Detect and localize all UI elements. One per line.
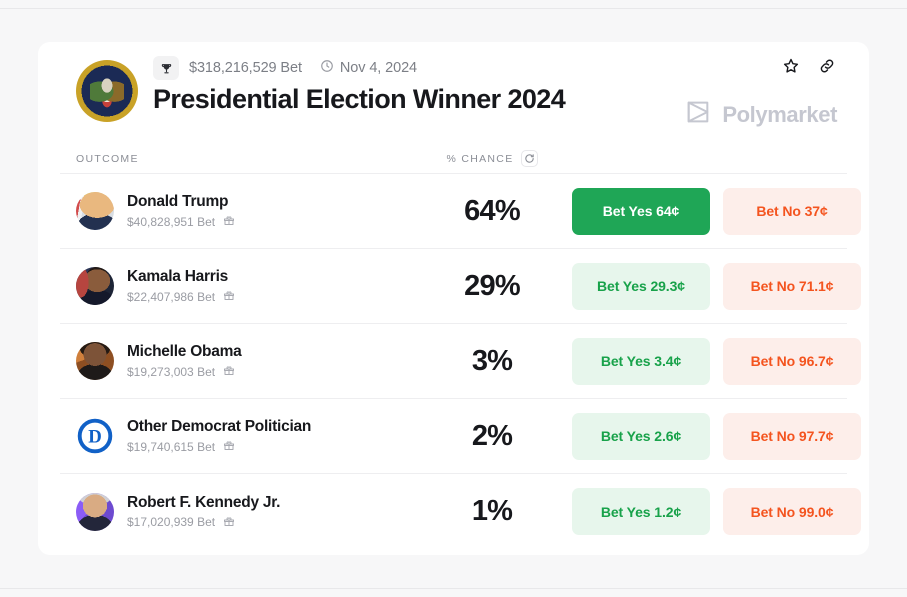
bet-no-button[interactable]: Bet No 37¢ bbox=[723, 187, 861, 235]
outcome-cell: D Other Democrat Politician $19,740,615 … bbox=[76, 417, 412, 455]
header-actions bbox=[781, 56, 837, 76]
star-icon[interactable] bbox=[781, 56, 801, 76]
avatar: D bbox=[76, 417, 114, 455]
outcome-name: Other Democrat Politician bbox=[127, 418, 312, 435]
table-row[interactable]: Robert F. Kennedy Jr. $17,020,939 Bet 1% bbox=[60, 474, 861, 549]
outcome-cell: Kamala Harris $22,407,986 Bet bbox=[76, 267, 412, 305]
avatar bbox=[76, 492, 114, 531]
svg-text:D: D bbox=[88, 427, 102, 448]
market-card: $318,216,529 Bet Nov 4, 2024 Presidentia… bbox=[38, 42, 869, 555]
bet-yes-button[interactable]: Bet Yes 1.2¢ bbox=[572, 488, 710, 535]
outcome-bet-amount: $22,407,986 Bet bbox=[127, 289, 216, 304]
polymarket-logo-icon bbox=[684, 98, 712, 131]
trophy-icon bbox=[153, 56, 179, 80]
avatar bbox=[76, 342, 114, 380]
chance-value: 2% bbox=[471, 419, 513, 452]
outcomes-table: Donald Trump $40,828,951 Bet 64% Bet Yes… bbox=[60, 174, 861, 549]
outcome-meta: $22,407,986 Bet bbox=[127, 289, 235, 304]
refresh-icon[interactable] bbox=[520, 150, 538, 167]
bet-actions: Bet Yes 1.2¢ Bet No 99.0¢ bbox=[572, 488, 867, 535]
bet-actions: Bet Yes 29.3¢ Bet No 71.1¢ bbox=[572, 262, 867, 310]
brand-name: Polymarket bbox=[722, 101, 837, 127]
page-title: Presidential Election Winner 2024 bbox=[153, 84, 566, 114]
table-header: OUTCOME % CHANCE bbox=[60, 144, 847, 174]
table-row[interactable]: Michelle Obama $19,273,003 Bet 3% Bet Ye… bbox=[60, 324, 861, 399]
gift-icon[interactable] bbox=[223, 289, 235, 304]
market-meta: $318,216,529 Bet Nov 4, 2024 bbox=[153, 56, 417, 80]
outcome-name: Kamala Harris bbox=[127, 268, 229, 285]
table-row[interactable]: Donald Trump $40,828,951 Bet 64% Bet Yes… bbox=[60, 174, 861, 249]
market-date-group: Nov 4, 2024 bbox=[320, 59, 417, 78]
outcome-cell: Donald Trump $40,828,951 Bet bbox=[76, 192, 412, 230]
avatar bbox=[76, 267, 114, 305]
market-end-date: Nov 4, 2024 bbox=[339, 60, 417, 76]
chance-value: 64% bbox=[464, 194, 520, 227]
market-header: $318,216,529 Bet Nov 4, 2024 Presidentia… bbox=[60, 42, 847, 144]
outcome-name: Michelle Obama bbox=[127, 343, 242, 360]
table-row[interactable]: Kamala Harris $22,407,986 Bet 29% Bet Ye… bbox=[60, 249, 861, 324]
presidential-seal-icon bbox=[76, 60, 138, 122]
column-header-outcome: OUTCOME bbox=[76, 152, 139, 165]
table-row[interactable]: D Other Democrat Politician $19,740,615 … bbox=[60, 399, 861, 474]
outcome-meta: $40,828,951 Bet bbox=[127, 214, 235, 229]
bet-no-button[interactable]: Bet No 96.7¢ bbox=[723, 337, 861, 385]
page-top-divider bbox=[0, 8, 907, 9]
brand: Polymarket bbox=[684, 98, 837, 131]
bet-yes-button[interactable]: Bet Yes 64¢ bbox=[572, 187, 710, 235]
outcome-name: Robert F. Kennedy Jr. bbox=[127, 493, 281, 511]
bet-no-button[interactable]: Bet No 97.7¢ bbox=[723, 412, 861, 460]
gift-icon[interactable] bbox=[223, 439, 235, 454]
market-volume: $318,216,529 Bet bbox=[189, 60, 302, 76]
chance-value: 3% bbox=[471, 344, 513, 377]
avatar bbox=[76, 192, 114, 230]
gift-icon[interactable] bbox=[223, 214, 235, 229]
outcome-bet-amount: $17,020,939 Bet bbox=[127, 515, 216, 529]
link-icon[interactable] bbox=[817, 56, 837, 76]
bet-yes-button[interactable]: Bet Yes 29.3¢ bbox=[572, 262, 710, 310]
bet-no-button[interactable]: Bet No 71.1¢ bbox=[723, 262, 861, 310]
outcome-meta: $17,020,939 Bet bbox=[127, 515, 280, 530]
bet-yes-button[interactable]: Bet Yes 3.4¢ bbox=[572, 337, 710, 385]
outcome-name: Donald Trump bbox=[127, 193, 229, 210]
gift-icon[interactable] bbox=[223, 515, 235, 530]
outcome-cell: Robert F. Kennedy Jr. $17,020,939 Bet bbox=[76, 492, 412, 531]
bet-actions: Bet Yes 2.6¢ Bet No 97.7¢ bbox=[572, 412, 867, 460]
page-bottom-divider bbox=[0, 588, 907, 589]
bet-yes-button[interactable]: Bet Yes 2.6¢ bbox=[572, 412, 710, 460]
bet-actions: Bet Yes 3.4¢ Bet No 96.7¢ bbox=[572, 337, 867, 385]
outcome-cell: Michelle Obama $19,273,003 Bet bbox=[76, 342, 412, 380]
bet-actions: Bet Yes 64¢ Bet No 37¢ bbox=[572, 187, 867, 235]
gift-icon[interactable] bbox=[223, 364, 235, 379]
clock-icon bbox=[320, 59, 334, 78]
chance-value: 29% bbox=[464, 269, 520, 302]
outcome-bet-amount: $19,740,615 Bet bbox=[127, 439, 216, 454]
chance-value: 1% bbox=[471, 495, 513, 527]
outcome-bet-amount: $40,828,951 Bet bbox=[127, 214, 216, 229]
bet-no-button[interactable]: Bet No 99.0¢ bbox=[723, 488, 861, 535]
outcome-meta: $19,740,615 Bet bbox=[127, 439, 311, 454]
column-header-chance: % CHANCE bbox=[412, 150, 572, 167]
column-header-chance-label: % CHANCE bbox=[446, 152, 514, 165]
outcome-meta: $19,273,003 Bet bbox=[127, 364, 242, 379]
outcome-bet-amount: $19,273,003 Bet bbox=[127, 364, 216, 379]
